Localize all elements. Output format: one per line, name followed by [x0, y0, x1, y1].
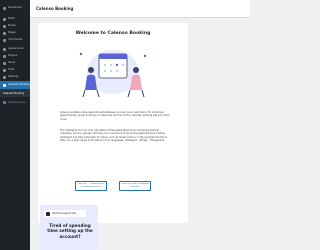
comment-icon — [3, 39, 6, 42]
sidebar-item-label: Plugins — [8, 54, 18, 58]
page-title: Calenso Booking — [36, 6, 74, 11]
main-content: Calenso Booking Welcome to Calenso Booki… — [30, 0, 250, 250]
wrench-icon — [3, 69, 6, 72]
sidebar-item-label: Posts — [8, 17, 15, 21]
existing-account-button[interactable]: I am just ... i already have a calendar … — [75, 181, 107, 191]
intro-paragraph: Calenso enables online appointments betw… — [60, 111, 170, 121]
features-paragraph: The intelligent tool not only calculates… — [60, 129, 167, 143]
pin-icon — [3, 18, 6, 21]
sidebar-item-label: Settings — [8, 75, 19, 79]
sidebar-item-label: Comments — [8, 38, 23, 42]
calendar-icon — [3, 84, 6, 87]
sidebar-item-label: Users — [8, 61, 16, 65]
sidebar-item-dashboard[interactable]: Dashboard — [0, 4, 30, 13]
collapse-label: Collapse menu — [8, 100, 26, 104]
settings-icon — [3, 76, 6, 79]
play-icon — [46, 211, 50, 216]
support-site-link[interactable]: Visit the support site — [44, 210, 86, 217]
page-header: Calenso Booking — [30, 0, 250, 18]
page-icon — [3, 32, 6, 35]
promo-headline: Tired of spending time setting up the ac… — [47, 223, 93, 239]
sidebar-item-label: Pages — [8, 31, 16, 35]
brush-icon — [3, 48, 6, 51]
welcome-heading: Welcome to Calenso Booking — [75, 31, 151, 36]
submenu-label: Calendar Booking — [3, 92, 25, 95]
sidebar-item-label: Appearance — [8, 47, 24, 51]
support-site-label: Visit the support site — [52, 212, 76, 215]
admin-sidebar: Dashboard Posts Media Pages Comments App… — [0, 0, 31, 250]
submenu-item-calenso-booking[interactable]: Calendar Booking — [0, 90, 30, 97]
plugin-icon — [3, 55, 6, 58]
dashboard-icon — [3, 7, 6, 10]
sidebar-item-label: Dashboard — [8, 6, 23, 10]
sidebar-item-label: Tools — [8, 68, 15, 72]
calendar-illustration — [79, 50, 147, 98]
collapse-menu-button[interactable]: Collapse menu — [0, 98, 30, 106]
welcome-card: Welcome to Calenso Booking Calenso enabl… — [38, 23, 188, 223]
sidebar-item-comments[interactable]: Comments — [0, 36, 30, 45]
create-account-button[interactable]: I want to create a calendar account — [119, 181, 151, 191]
sidebar-item-label: Media — [8, 24, 16, 28]
user-icon — [3, 62, 6, 65]
collapse-icon — [3, 100, 6, 104]
sidebar-item-label: Calendar Booking — [8, 83, 31, 87]
media-icon — [3, 25, 6, 28]
support-promo-card: Visit the support site Tired of spending… — [40, 205, 98, 250]
